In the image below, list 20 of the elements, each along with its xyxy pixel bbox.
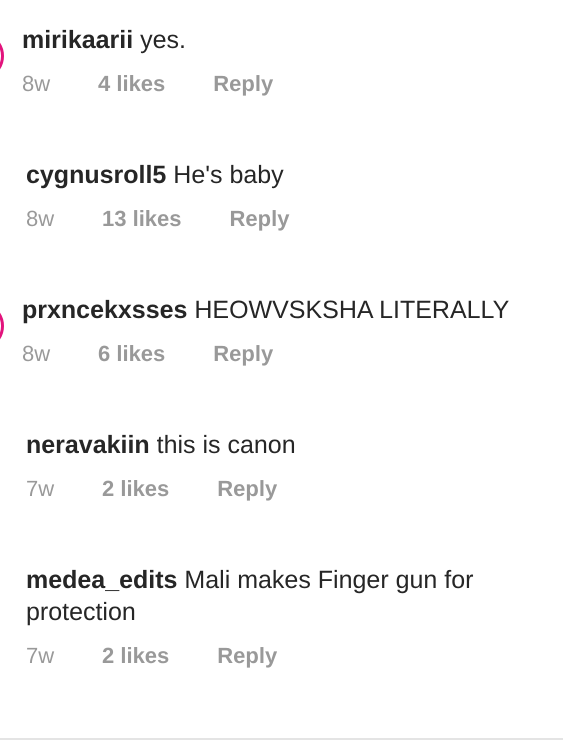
comment-text: medea_edits Mali makes Finger gun for protection bbox=[26, 565, 474, 628]
likes-count[interactable]: 6 likes bbox=[98, 339, 166, 369]
reply-link[interactable]: Reply bbox=[217, 474, 278, 504]
reply-link[interactable]: Reply bbox=[217, 641, 278, 671]
comment-text: prxncekxsses HEOWVSKSHA LITERALLY bbox=[22, 295, 510, 326]
reply-link[interactable]: Reply bbox=[230, 204, 290, 234]
likes-count[interactable]: 4 likes bbox=[98, 69, 166, 99]
likes-count[interactable]: 2 likes bbox=[102, 641, 170, 671]
reply-link[interactable]: Reply bbox=[213, 339, 274, 369]
comment-age: 8w bbox=[22, 70, 52, 98]
likes-count[interactable]: 13 likes bbox=[102, 204, 182, 234]
comment-age: 8w bbox=[22, 340, 52, 368]
comment-age: 7w bbox=[26, 642, 56, 670]
comment-text: cygnusroll5 He's baby bbox=[26, 160, 285, 191]
likes-count[interactable]: 2 likes bbox=[102, 474, 170, 504]
comment-age: 8w bbox=[26, 205, 56, 233]
comment-age: 7w bbox=[26, 475, 56, 503]
comment-text: neravakiin this is canon bbox=[26, 430, 296, 461]
reply-link[interactable]: Reply bbox=[213, 69, 274, 99]
comment-text: mirikaarii yes. bbox=[22, 25, 187, 56]
